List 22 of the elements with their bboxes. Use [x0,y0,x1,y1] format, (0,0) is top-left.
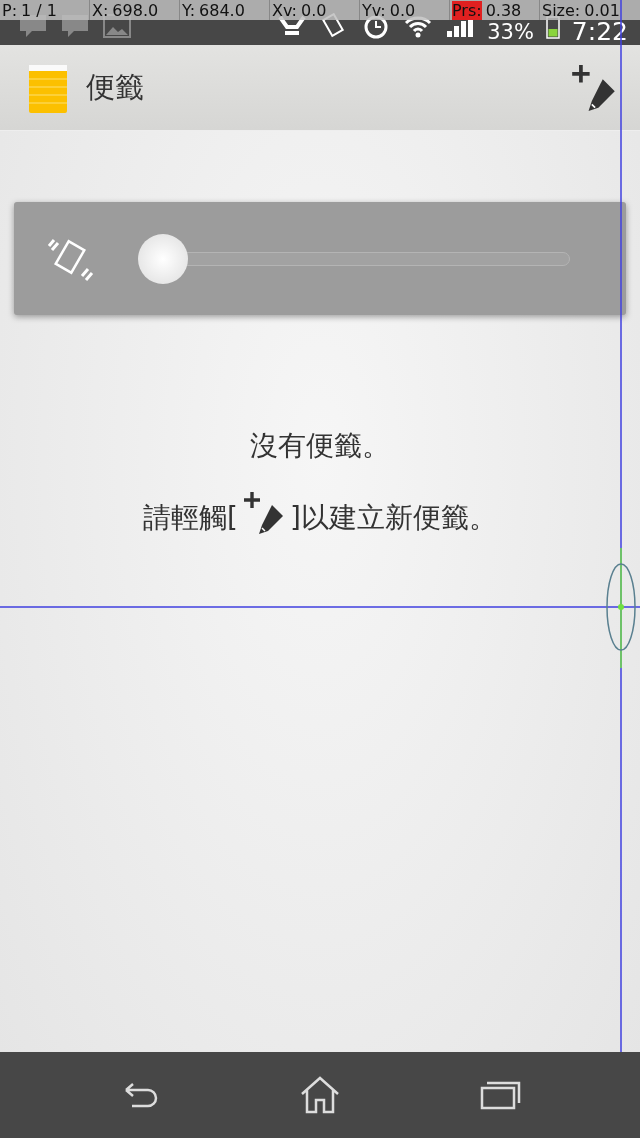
overlay-label: X: [92,0,109,20]
overlay-label: P: [2,0,18,20]
battery-percent: 33% [487,21,534,43]
overlay-label: Size: [542,0,581,20]
overlay-value: 0.0 [300,0,327,20]
overlay-value: 684.0 [199,0,245,20]
hint-text: ]以建立新便籤。 [290,500,497,536]
hint-text: 請輕觸[ [143,500,238,536]
overlay-label: Y: [182,0,196,20]
slider-thumb[interactable] [138,233,188,284]
overlay-label: Yv: [362,0,386,20]
app-title: 便籤 [86,68,145,106]
overlay-value: 0.38 [485,0,522,20]
overlay-value: 0.0 [389,0,416,20]
overlay-label: Prs: [452,0,482,20]
overlay-label: Xv: [272,0,297,20]
overlay-value: 698.0 [112,0,159,20]
add-note-icon [242,491,286,535]
overlay-value: 0.01 [584,0,620,20]
vibration-slider[interactable] [138,233,570,284]
overlay-value: 1 / 1 [21,0,57,20]
empty-message: 沒有便籤。 [250,429,390,462]
